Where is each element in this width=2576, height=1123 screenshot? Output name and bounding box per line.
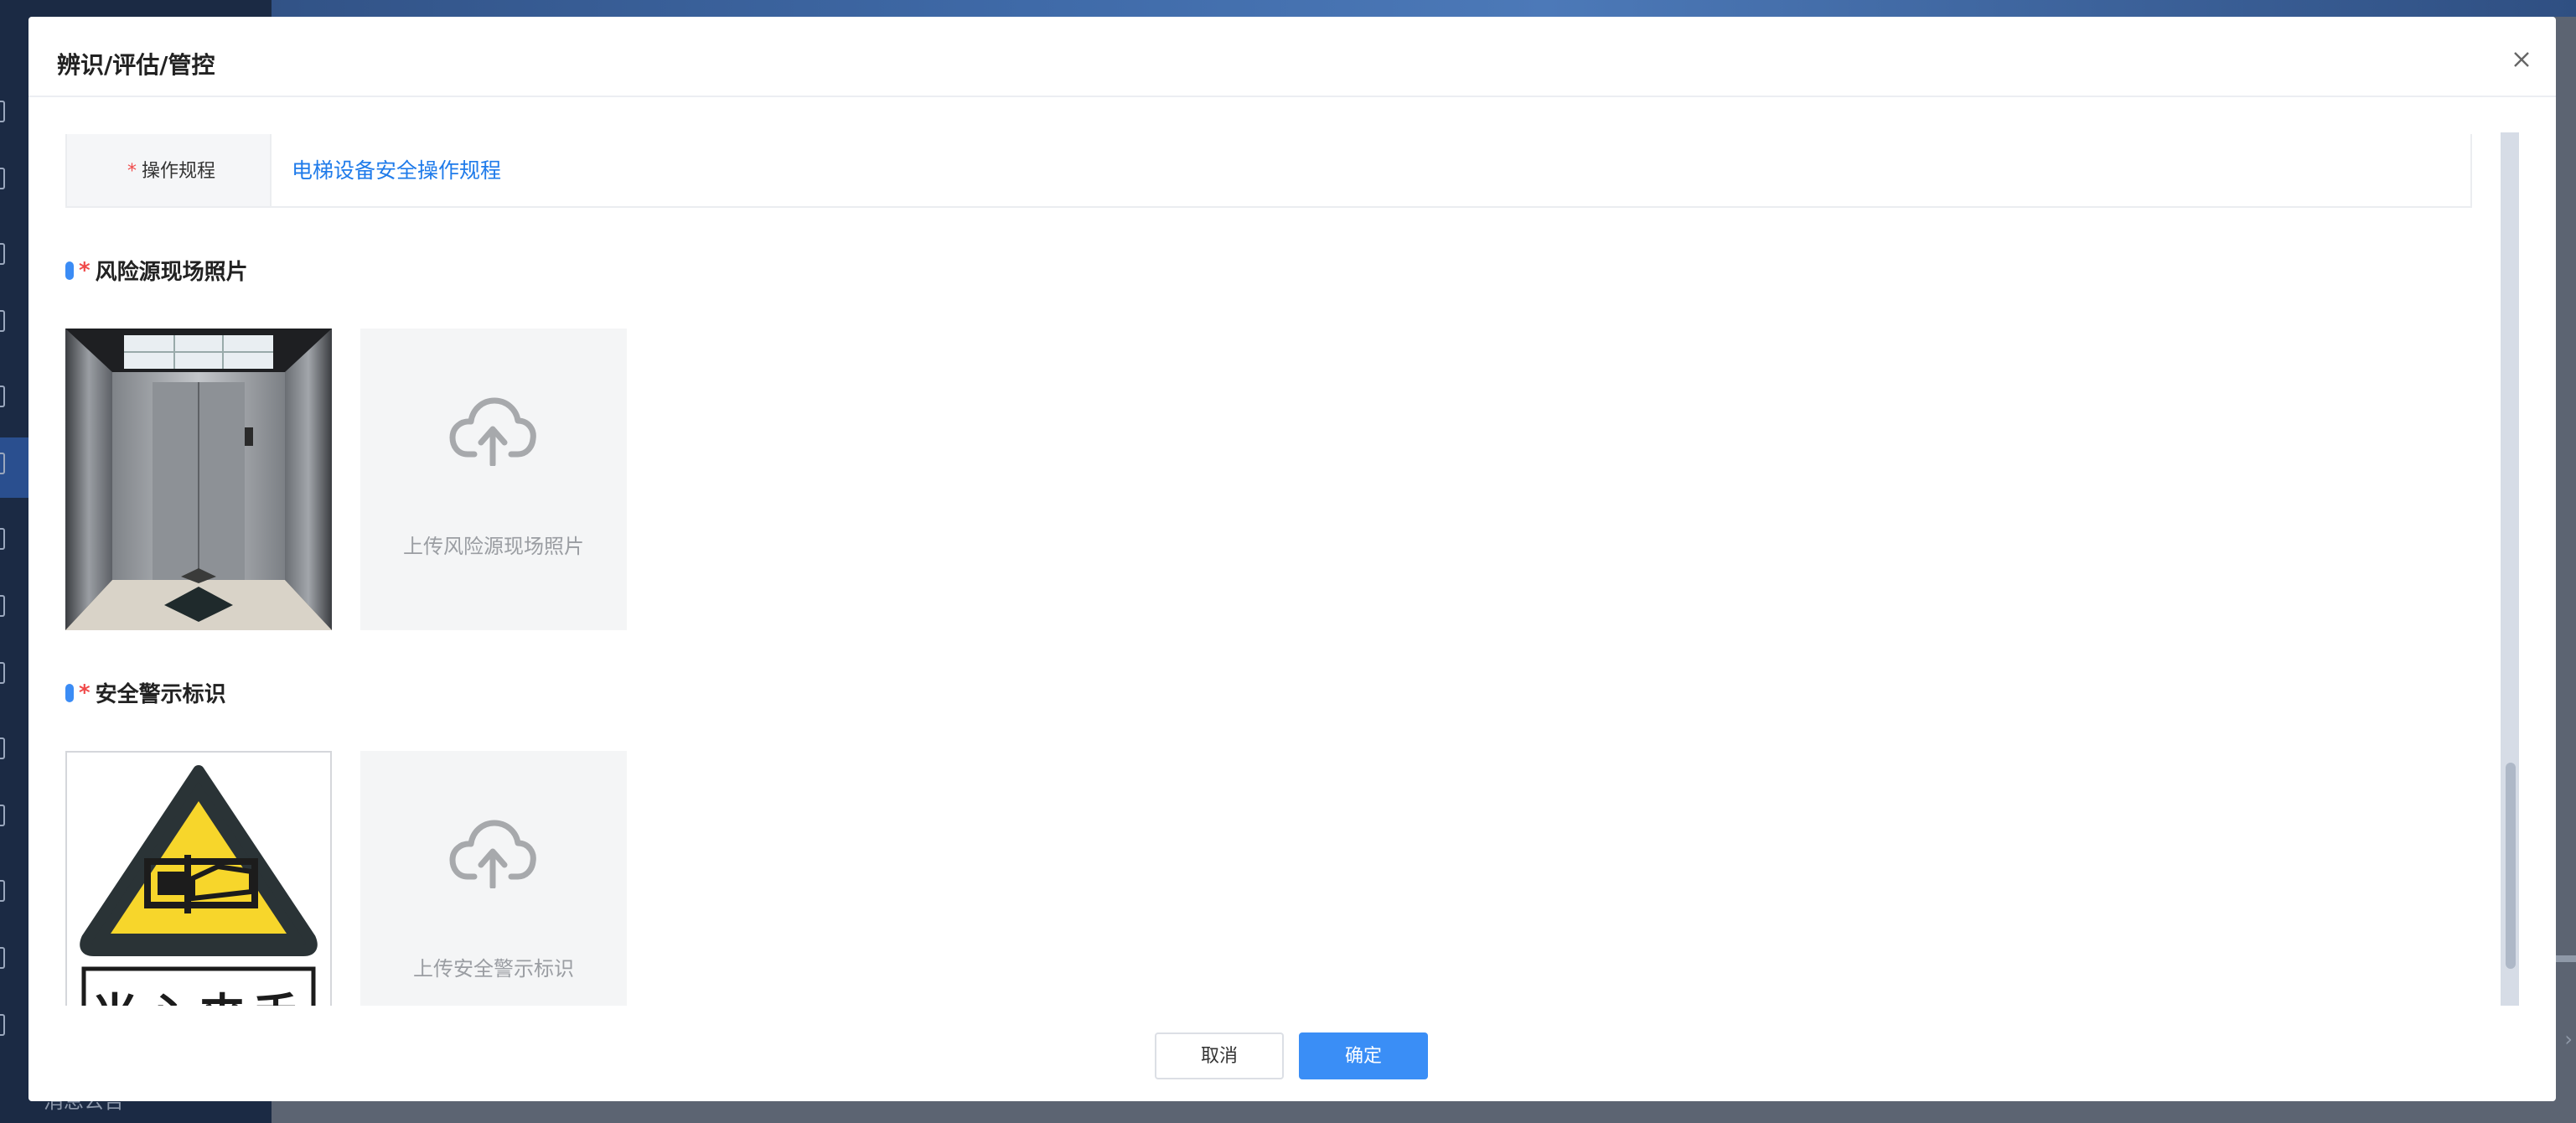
warning-sign-upload[interactable]: 上传安全警示标识 xyxy=(360,751,627,1006)
procedure-link[interactable]: 电梯设备安全操作规程 xyxy=(292,154,501,184)
background-divider xyxy=(2554,955,2576,962)
cloud-upload-icon xyxy=(449,820,536,888)
confirm-button[interactable]: 确定 xyxy=(1299,1032,1428,1079)
required-mark: * xyxy=(79,257,91,283)
modal-footer: 取消 确定 xyxy=(28,1006,2556,1101)
scrollbar[interactable] xyxy=(2501,132,2519,1006)
procedure-label-cell: * 操作规程 xyxy=(67,134,272,206)
section-marker xyxy=(65,261,74,280)
sidebar-icon xyxy=(0,101,5,122)
required-mark: * xyxy=(79,680,91,706)
scrollbar-thumb[interactable] xyxy=(2506,763,2516,969)
background-header xyxy=(0,0,2576,17)
site-photo-upload[interactable]: 上传风险源现场照片 xyxy=(360,329,627,630)
cloud-upload-icon xyxy=(449,397,536,466)
required-mark: * xyxy=(127,161,137,182)
sidebar-icon xyxy=(0,662,5,684)
section-marker xyxy=(65,683,74,702)
warning-sign-thumbnail[interactable]: 当心夹手 xyxy=(65,751,332,1006)
upload-label: 上传安全警示标识 xyxy=(413,957,574,981)
elevator-image xyxy=(65,329,332,630)
sidebar-icon xyxy=(0,453,5,474)
section-title-warning-sign: * 安全警示标识 xyxy=(65,677,226,708)
procedure-row: * 操作规程 电梯设备安全操作规程 xyxy=(65,134,2472,208)
procedure-label: 操作规程 xyxy=(142,161,216,182)
close-button[interactable] xyxy=(2509,47,2534,72)
modal-body[interactable]: * 操作规程 电梯设备安全操作规程 * 风险源现场照片 上传风险源现场照片 * … xyxy=(28,134,2509,1006)
sidebar-icon xyxy=(0,1014,5,1036)
chevron-right-icon: › xyxy=(2564,1027,2573,1051)
section-title-text: 安全警示标识 xyxy=(95,682,226,707)
sidebar-icon xyxy=(0,595,5,617)
cancel-button[interactable]: 取消 xyxy=(1155,1032,1284,1079)
sidebar-icon xyxy=(0,947,5,969)
modal-dialog: 辨识/评估/管控 * 操作规程 电梯设备安全操作规程 * 风险源现场照片 上传风… xyxy=(28,17,2556,1101)
sidebar-icon xyxy=(0,243,5,265)
sidebar-icon xyxy=(0,528,5,550)
modal-header: 辨识/评估/管控 xyxy=(28,17,2556,97)
close-icon xyxy=(2514,52,2529,67)
section-title-site-photo: * 风险源现场照片 xyxy=(65,255,248,286)
pinch-hazard-icon xyxy=(80,765,318,1006)
sidebar-icon xyxy=(0,168,5,189)
sidebar-icon xyxy=(0,310,5,332)
sidebar-icon xyxy=(0,880,5,902)
modal-title: 辨识/评估/管控 xyxy=(57,51,215,79)
sidebar-icon xyxy=(0,805,5,826)
sidebar-icon xyxy=(0,737,5,759)
site-photo-thumbnail[interactable] xyxy=(65,329,332,630)
section-title-text: 风险源现场照片 xyxy=(95,260,248,285)
warning-sign-text: 当心夹手 xyxy=(67,979,330,1006)
sidebar-icon xyxy=(0,386,5,407)
upload-label: 上传风险源现场照片 xyxy=(403,535,584,558)
